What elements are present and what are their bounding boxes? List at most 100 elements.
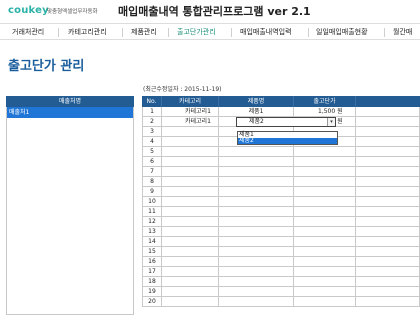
- extra-cell[interactable]: [356, 217, 420, 227]
- unit-price-cell[interactable]: [294, 197, 356, 207]
- category-cell[interactable]: 카테고리1: [162, 107, 219, 117]
- category-cell[interactable]: [162, 207, 219, 217]
- coukey-logo: coukey: [8, 5, 49, 16]
- unit-price-cell[interactable]: [294, 227, 356, 237]
- category-cell[interactable]: [162, 297, 219, 307]
- extra-cell[interactable]: [356, 257, 420, 267]
- nav-transaction-entry[interactable]: 매입매출내역입력: [240, 27, 292, 37]
- extra-cell[interactable]: [356, 197, 420, 207]
- unit-price-cell[interactable]: [294, 167, 356, 177]
- table-row: 1 카테고리1 제품1 1,500 원: [142, 107, 420, 117]
- customer-list-item[interactable]: 매출처1: [7, 107, 133, 118]
- product-cell[interactable]: [219, 237, 294, 247]
- product-cell[interactable]: [219, 207, 294, 217]
- category-cell[interactable]: [162, 197, 219, 207]
- category-cell[interactable]: [162, 257, 219, 267]
- product-cell[interactable]: [219, 157, 294, 167]
- product-cell[interactable]: [219, 147, 294, 157]
- category-cell[interactable]: [162, 167, 219, 177]
- category-cell[interactable]: [162, 147, 219, 157]
- unit-price-cell[interactable]: [294, 297, 356, 307]
- product-cell[interactable]: [219, 167, 294, 177]
- extra-cell[interactable]: [356, 157, 420, 167]
- unit-price-cell[interactable]: [294, 157, 356, 167]
- extra-cell[interactable]: [356, 237, 420, 247]
- product-cell[interactable]: [219, 297, 294, 307]
- table-row: 13: [142, 227, 420, 237]
- category-cell[interactable]: [162, 237, 219, 247]
- nav-monthly-status[interactable]: 월간매: [393, 27, 412, 37]
- extra-cell[interactable]: [356, 177, 420, 187]
- unit-price-cell[interactable]: [294, 257, 356, 267]
- extra-cell[interactable]: [356, 127, 420, 137]
- product-cell[interactable]: [219, 257, 294, 267]
- product-cell[interactable]: [219, 187, 294, 197]
- row-number-cell: 17: [142, 267, 162, 277]
- category-cell[interactable]: [162, 247, 219, 257]
- category-cell[interactable]: [162, 277, 219, 287]
- extra-cell[interactable]: [356, 277, 420, 287]
- category-cell[interactable]: [162, 287, 219, 297]
- category-cell[interactable]: 카테고리1: [162, 117, 219, 127]
- unit-price-cell[interactable]: [294, 237, 356, 247]
- product-select[interactable]: 제품2 ▾: [236, 117, 336, 127]
- table-row: 9: [142, 187, 420, 197]
- extra-cell[interactable]: [356, 227, 420, 237]
- unit-price-cell[interactable]: 1,500 원: [294, 107, 356, 117]
- product-cell[interactable]: [219, 247, 294, 257]
- product-cell[interactable]: [219, 277, 294, 287]
- table-row: 15: [142, 247, 420, 257]
- unit-price-cell[interactable]: [294, 187, 356, 197]
- extra-cell[interactable]: [356, 167, 420, 177]
- extra-cell[interactable]: [356, 297, 420, 307]
- category-cell[interactable]: [162, 187, 219, 197]
- unit-price-cell[interactable]: [294, 277, 356, 287]
- product-cell[interactable]: [219, 287, 294, 297]
- category-cell[interactable]: [162, 157, 219, 167]
- logo-tagline: 맞춤형엑셀업무자동화: [47, 9, 98, 15]
- category-cell[interactable]: [162, 267, 219, 277]
- app-title: 매입매출내역 통합관리프로그램 ver 2.1: [118, 5, 311, 18]
- chevron-down-icon[interactable]: ▾: [327, 118, 335, 126]
- unit-price-cell[interactable]: [294, 247, 356, 257]
- column-header-category: 카테고리: [162, 96, 219, 107]
- unit-price-cell[interactable]: [294, 267, 356, 277]
- unit-price-cell[interactable]: [294, 287, 356, 297]
- product-cell[interactable]: [219, 227, 294, 237]
- extra-cell[interactable]: [356, 287, 420, 297]
- product-cell[interactable]: [219, 177, 294, 187]
- extra-cell[interactable]: [356, 207, 420, 217]
- category-cell[interactable]: [162, 227, 219, 237]
- unit-price-cell[interactable]: [294, 207, 356, 217]
- product-cell[interactable]: [219, 197, 294, 207]
- extra-cell[interactable]: [356, 187, 420, 197]
- category-cell[interactable]: [162, 177, 219, 187]
- unit-price-cell[interactable]: [294, 217, 356, 227]
- row-number-cell: 1: [142, 107, 162, 117]
- category-cell[interactable]: [162, 127, 219, 137]
- product-cell[interactable]: [219, 217, 294, 227]
- table-row: 7: [142, 167, 420, 177]
- table-row: 14: [142, 237, 420, 247]
- extra-cell[interactable]: [356, 247, 420, 257]
- extra-cell[interactable]: [356, 147, 420, 157]
- unit-price-cell[interactable]: [294, 147, 356, 157]
- dropdown-option-selected[interactable]: 제품2: [238, 138, 337, 144]
- category-cell[interactable]: [162, 217, 219, 227]
- nav-customer-management[interactable]: 거래처관리: [12, 27, 44, 37]
- row-number-cell: 3: [142, 127, 162, 137]
- extra-cell[interactable]: [356, 267, 420, 277]
- category-cell[interactable]: [162, 137, 219, 147]
- extra-cell[interactable]: [356, 117, 420, 127]
- unit-price-cell[interactable]: [294, 177, 356, 187]
- table-row: 12: [142, 217, 420, 227]
- nav-daily-status[interactable]: 일일매입매출현황: [316, 27, 368, 37]
- nav-category-management[interactable]: 카테고리관리: [68, 27, 107, 37]
- product-cell[interactable]: 제품1: [219, 107, 294, 117]
- nav-unit-price-management[interactable]: 출고단가관리: [177, 27, 216, 37]
- extra-cell[interactable]: [356, 107, 420, 117]
- extra-cell[interactable]: [356, 137, 420, 147]
- row-number-cell: 12: [142, 217, 162, 227]
- nav-product-management[interactable]: 제품관리: [131, 27, 157, 37]
- product-cell[interactable]: [219, 267, 294, 277]
